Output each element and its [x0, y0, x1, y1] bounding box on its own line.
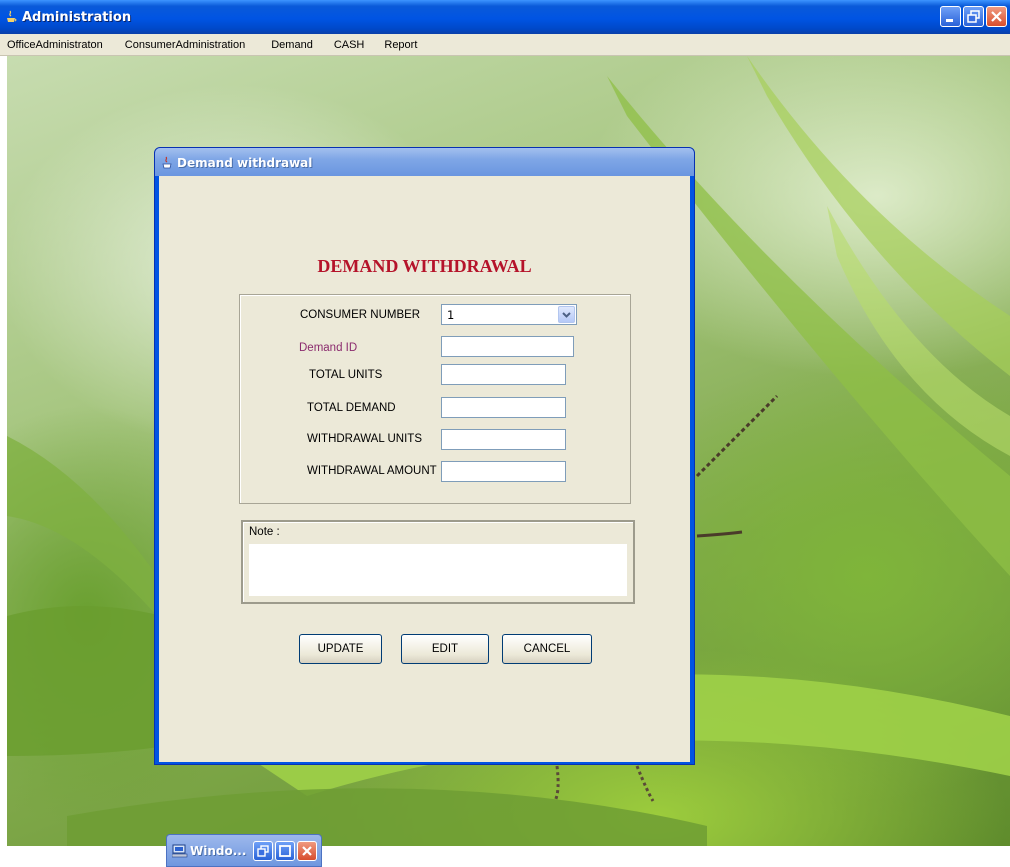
close-icon [302, 846, 312, 856]
withdrawal-units-label: WITHDRAWAL UNITS [307, 433, 422, 445]
total-units-label: TOTAL UNITS [309, 369, 383, 381]
cancel-button[interactable]: CANCEL [502, 634, 592, 664]
chevron-down-icon [562, 312, 571, 318]
restore-icon [967, 10, 980, 23]
minimize-button[interactable] [940, 6, 961, 27]
edit-button[interactable]: EDIT [401, 634, 489, 664]
maximize-button[interactable] [275, 841, 295, 861]
restore-button[interactable] [963, 6, 984, 27]
withdrawal-amount-field[interactable] [441, 461, 566, 482]
computer-icon [172, 844, 188, 858]
note-textarea[interactable] [249, 544, 627, 596]
restore-icon [257, 845, 269, 857]
menu-bar: OfficeAdministraton ConsumerAdministrati… [0, 34, 1010, 56]
restore-button[interactable] [253, 841, 273, 861]
demand-withdrawal-dialog: Demand withdrawal DEMAND WITHDRAWAL CONS… [154, 147, 695, 765]
demand-id-label: Demand ID [299, 342, 358, 354]
consumer-number-label: CONSUMER NUMBER [300, 309, 421, 321]
minimized-window[interactable]: Windo... [166, 834, 322, 867]
total-demand-label: TOTAL DEMAND [307, 402, 396, 414]
main-title-bar[interactable]: Administration [0, 0, 1010, 34]
consumer-number-value: 1 [447, 308, 455, 322]
total-demand-field[interactable] [441, 397, 566, 418]
minimized-window-title: Windo... [190, 844, 247, 858]
note-panel: Note : [241, 520, 635, 604]
consumer-number-select[interactable]: 1 [441, 304, 577, 325]
withdrawal-units-field[interactable] [441, 429, 566, 450]
close-icon [991, 11, 1002, 22]
maximize-icon [279, 845, 291, 857]
update-button[interactable]: UPDATE [299, 634, 382, 664]
menu-report[interactable]: Report [384, 39, 427, 51]
demand-id-field[interactable] [441, 336, 574, 357]
dropdown-button[interactable] [558, 306, 575, 323]
dialog-title: Demand withdrawal [177, 156, 313, 170]
total-units-field[interactable] [441, 364, 566, 385]
menu-demand[interactable]: Demand [271, 39, 334, 51]
dialog-title-bar[interactable]: Demand withdrawal [155, 148, 694, 176]
menu-consumer-administration[interactable]: ConsumerAdministration [125, 39, 271, 51]
minimize-icon [946, 19, 953, 22]
java-cup-icon [7, 10, 17, 22]
form-heading: DEMAND WITHDRAWAL [317, 256, 532, 276]
menu-cash[interactable]: CASH [334, 39, 385, 51]
close-button[interactable] [986, 6, 1007, 27]
window-title: Administration [22, 10, 132, 25]
close-button[interactable] [297, 841, 317, 861]
desktop-edge [0, 56, 7, 846]
menu-office-administration[interactable]: OfficeAdministraton [7, 39, 125, 51]
form-panel: CONSUMER NUMBER 1 Demand ID TOTAL UNITS … [239, 294, 631, 504]
withdrawal-amount-label: WITHDRAWAL AMOUNT [307, 465, 437, 477]
status-strip [0, 846, 1010, 867]
note-label: Note : [249, 526, 280, 538]
dialog-body: DEMAND WITHDRAWAL CONSUMER NUMBER 1 Dema… [159, 176, 690, 762]
java-cup-icon [162, 156, 172, 169]
